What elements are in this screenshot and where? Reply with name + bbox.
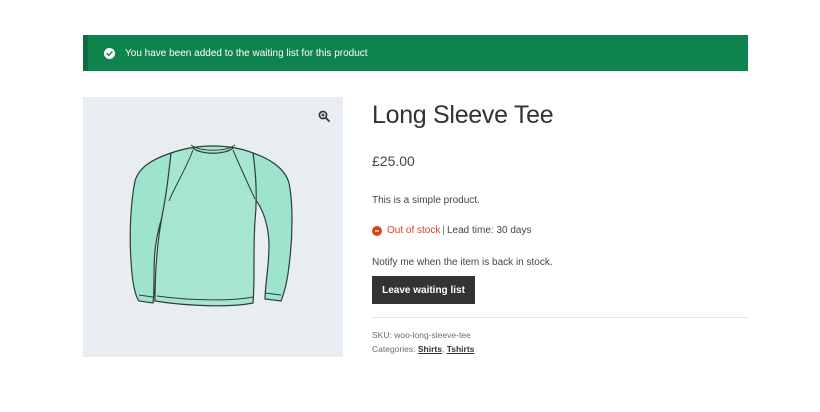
notify-text: Notify me when the item is back in stock… xyxy=(372,257,553,268)
category-link-tshirts[interactable]: Tshirts xyxy=(447,344,475,354)
divider xyxy=(372,317,748,318)
sku-value: woo-long-sleeve-tee xyxy=(394,330,471,340)
lead-time: Lead time: 30 days xyxy=(446,225,532,236)
category-link-shirts[interactable]: Shirts xyxy=(418,344,442,354)
waitlist-notice-banner: You have been added to the waiting list … xyxy=(83,35,748,71)
category-separator: , xyxy=(441,344,445,354)
zoom-in-icon[interactable] xyxy=(317,109,331,123)
categories-label: Categories: xyxy=(372,344,416,354)
product-price: £25.00 xyxy=(372,153,415,169)
notice-message: You have been added to the waiting list … xyxy=(125,47,368,59)
sku-label: SKU: xyxy=(372,330,392,340)
out-of-stock-icon xyxy=(372,225,382,236)
product-title: Long Sleeve Tee xyxy=(372,101,554,129)
product-image-gallery[interactable] xyxy=(83,97,343,357)
product-short-description: This is a simple product. xyxy=(372,195,480,206)
categories-line: Categories: Shirts, Tshirts xyxy=(372,342,474,356)
sku-line: SKU: woo-long-sleeve-tee xyxy=(372,328,474,342)
stock-status: Out of stock | Lead time: 30 days xyxy=(372,225,531,236)
check-circle-icon xyxy=(104,47,115,59)
product-summary: Long Sleeve Tee £25.00 This is a simple … xyxy=(372,97,748,354)
leave-waiting-list-button[interactable]: Leave waiting list xyxy=(372,276,475,304)
product-meta: SKU: woo-long-sleeve-tee Categories: Shi… xyxy=(372,328,474,356)
out-of-stock-label: Out of stock xyxy=(387,225,441,236)
stock-separator: | xyxy=(442,225,445,236)
long-sleeve-tee-image xyxy=(129,144,293,307)
